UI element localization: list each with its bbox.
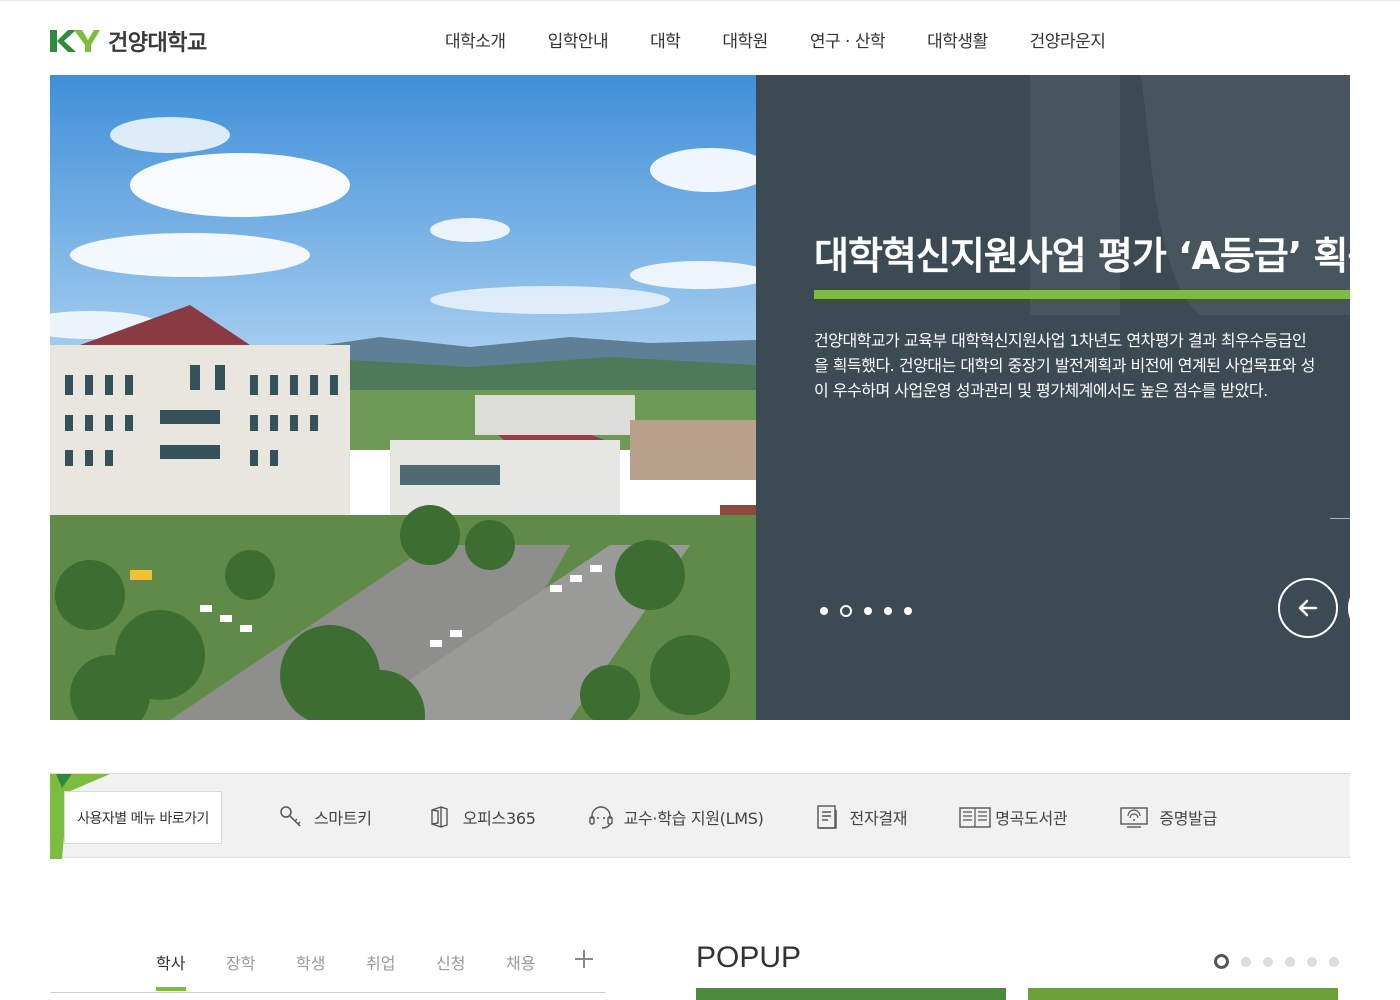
active-tab-indicator — [156, 987, 186, 991]
hero-divider — [1330, 518, 1350, 519]
quick-link-approval[interactable]: 전자결재 — [814, 804, 908, 830]
tab-scholarship[interactable]: 장학 — [226, 950, 255, 974]
popup-dot-6[interactable] — [1329, 956, 1339, 967]
nav-item-graduate[interactable]: 대학원 — [722, 27, 768, 52]
nav-item-admission[interactable]: 입학안내 — [548, 27, 609, 52]
nav-item-college[interactable]: 대학 — [650, 27, 681, 52]
headset-icon — [588, 806, 613, 829]
hero-slider: 대학혁신지원사업 평가 ‘A등급’ 획득 건양대학교가 교육부 대학혁신지원사업… — [50, 75, 1350, 720]
quick-link-label: 스마트키 — [314, 809, 372, 828]
main-nav: 대학소개 입학안내 대학 대학원 연구 · 산학 대학생활 건양라운지 — [445, 27, 1147, 52]
hero-desc-line: 건양대학교가 교육부 대학혁신지원사업 1차년도 연차평가 결과 최우수등급인 — [814, 331, 1307, 350]
popup-dot-5[interactable] — [1307, 956, 1317, 967]
nav-item-campus-life[interactable]: 대학생활 — [927, 27, 988, 52]
tab-academic[interactable]: 학사 — [156, 950, 185, 974]
hero-desc-line: 이 우수하며 사업운영 성과관리 및 평가체계에서도 높은 점수를 받았다. — [814, 381, 1268, 400]
popup-card[interactable] — [696, 988, 1006, 1000]
popup-dot-1[interactable] — [1214, 954, 1229, 969]
quick-menu-bar: 사용자별 메뉴 바로가기 스마트키 오피스365 교수·학습 지원(LMS) 전… — [50, 773, 1350, 859]
hero-text-panel: 대학혁신지원사업 평가 ‘A등급’ 획득 건양대학교가 교육부 대학혁신지원사업… — [756, 75, 1350, 720]
quick-link-office365[interactable]: 오피스365 — [427, 804, 536, 830]
quick-link-label: 전자결재 — [849, 809, 908, 828]
logo-text: 건양대학교 — [108, 31, 207, 56]
next-slide-button[interactable] — [1348, 578, 1350, 638]
slide-dot-5[interactable] — [904, 607, 912, 615]
nav-item-lounge[interactable]: 건양라운지 — [1030, 27, 1106, 52]
popup-card[interactable] — [1028, 988, 1338, 1000]
university-logo[interactable]: 건양대학교 — [50, 25, 207, 57]
quick-link-label: 오피스365 — [462, 809, 536, 828]
hero-description: 건양대학교가 교육부 대학혁신지원사업 1차년도 연차평가 결과 최우수등급인 … — [814, 328, 1350, 403]
popup-indicators — [1214, 954, 1339, 969]
quick-link-library[interactable]: 명곡도서관 — [959, 804, 1068, 830]
hero-title[interactable]: 대학혁신지원사업 평가 ‘A등급’ 획득 — [814, 225, 1350, 280]
slide-dot-4[interactable] — [884, 607, 892, 615]
library-icon — [959, 807, 991, 828]
plus-icon[interactable] — [572, 947, 596, 971]
certificate-icon — [1120, 807, 1149, 828]
popup-dot-2[interactable] — [1241, 956, 1251, 967]
tab-employment[interactable]: 취업 — [366, 950, 395, 974]
quick-links: 스마트키 오피스365 교수·학습 지원(LMS) 전자결재 명곡도서관 증명발… — [278, 804, 1217, 830]
tab-application[interactable]: 신청 — [436, 950, 465, 974]
hero-desc-line: 을 획득했다. 건양대는 대학의 중장기 발전계획과 비전에 연계된 사업목표와… — [814, 356, 1315, 375]
slide-dot-2[interactable] — [840, 605, 852, 617]
tab-student[interactable]: 학생 — [296, 950, 325, 974]
office-icon — [430, 806, 448, 828]
quick-link-label: 명곡도서관 — [995, 809, 1068, 828]
nav-item-about[interactable]: 대학소개 — [445, 27, 506, 52]
popup-heading: POPUP — [696, 941, 802, 974]
quick-link-lms[interactable]: 교수·학습 지원(LMS) — [588, 804, 764, 830]
ky-logo-icon — [50, 30, 100, 52]
popup-dot-4[interactable] — [1285, 956, 1295, 967]
campus-illustration — [50, 75, 756, 720]
slide-dot-1[interactable] — [820, 607, 828, 615]
tab-recruitment[interactable]: 채용 — [506, 950, 535, 974]
arrow-left-icon — [1298, 599, 1318, 617]
quick-link-certificate[interactable]: 증명발급 — [1119, 804, 1217, 830]
slide-indicators — [820, 605, 912, 617]
quick-link-label: 교수·학습 지원(LMS) — [623, 809, 764, 828]
hero-accent-bar — [814, 290, 1350, 299]
site-header: 건양대학교 대학소개 입학안내 대학 대학원 연구 · 산학 대학생활 건양라운… — [0, 0, 1400, 75]
nav-item-research[interactable]: 연구 · 산학 — [810, 27, 886, 52]
notice-board-tabs: 학사 장학 학생 취업 신청 채용 — [50, 945, 606, 993]
slide-dot-3[interactable] — [864, 607, 872, 615]
document-icon — [816, 805, 837, 829]
key-icon — [280, 806, 301, 827]
quick-link-label: 증명발급 — [1159, 809, 1218, 828]
user-menu-button[interactable]: 사용자별 메뉴 바로가기 — [64, 791, 222, 844]
quick-link-smartkey[interactable]: 스마트키 — [278, 804, 372, 830]
prev-slide-button[interactable] — [1278, 578, 1338, 638]
campus-photo — [50, 75, 756, 720]
popup-dot-3[interactable] — [1263, 956, 1273, 967]
